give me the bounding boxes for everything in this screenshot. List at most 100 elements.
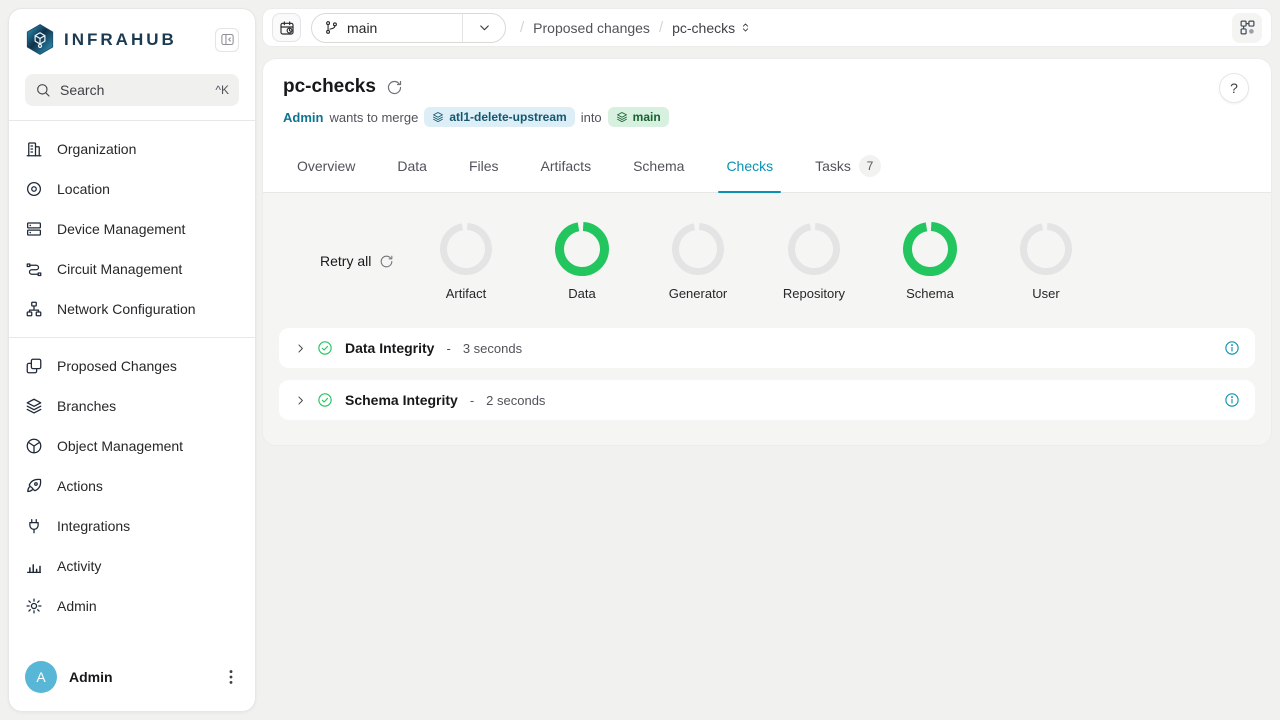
progress-ring-icon <box>902 221 958 277</box>
checks-panel: Retry all Artifact Data Generator Reposi… <box>263 193 1271 445</box>
sidebar-item-branches[interactable]: Branches <box>9 386 255 426</box>
tab-overview[interactable]: Overview <box>283 140 369 192</box>
infrahub-logo-icon <box>25 23 55 56</box>
tab-data[interactable]: Data <box>383 140 441 192</box>
progress-ring-icon <box>554 221 610 277</box>
chevron-down-icon[interactable] <box>463 14 505 42</box>
progress-ring-icon <box>1018 221 1074 277</box>
sidebar-item-label: Integrations <box>57 518 130 534</box>
tab-label: Overview <box>297 158 355 174</box>
target-branch-badge[interactable]: main <box>608 107 669 127</box>
sidebar-item-admin[interactable]: Admin <box>9 586 255 626</box>
kebab-menu-icon[interactable] <box>221 667 241 687</box>
page-title: pc-checks <box>283 76 376 98</box>
panel-collapse-icon[interactable] <box>215 28 239 52</box>
chevrons-up-down-icon <box>739 21 752 34</box>
branch-selector-value[interactable]: main <box>312 14 462 42</box>
source-branch-badge[interactable]: atl1-delete-upstream <box>424 107 574 127</box>
building-icon <box>25 140 43 158</box>
layers-icon <box>432 111 444 123</box>
sidebar-item-label: Device Management <box>57 221 185 237</box>
sidebar-item-label: Circuit Management <box>57 261 182 277</box>
tab-label: Checks <box>726 158 773 174</box>
sidebar-item-circuit-management[interactable]: Circuit Management <box>9 249 255 289</box>
sidebar-item-location[interactable]: Location <box>9 169 255 209</box>
sidebar-item-label: Location <box>57 181 110 197</box>
help-button[interactable]: ? <box>1219 73 1249 103</box>
check-circle-icon <box>317 392 333 408</box>
check-list: Data Integrity - 3 seconds Schema Integr… <box>279 328 1255 420</box>
target-pin-icon <box>25 180 43 198</box>
server-stack-icon <box>25 220 43 238</box>
brand-name: INFRAHUB <box>64 30 206 50</box>
network-tree-icon <box>25 300 43 318</box>
check-row-schema-integrity[interactable]: Schema Integrity - 2 seconds <box>279 380 1255 420</box>
target-branch-name: main <box>633 110 661 124</box>
tab-label: Tasks <box>815 158 851 174</box>
sidebar: INFRAHUB Search ^K Organization Location <box>8 8 256 712</box>
breadcrumb-proposed-changes[interactable]: Proposed changes <box>533 20 650 36</box>
into-text: into <box>581 110 602 125</box>
layers-icon <box>25 397 43 415</box>
breadcrumb-current-label: pc-checks <box>672 20 735 36</box>
check-title: Data Integrity <box>345 340 434 356</box>
chevron-right-icon[interactable] <box>294 394 307 407</box>
ring-label: Artifact <box>446 286 486 301</box>
info-icon[interactable] <box>1224 392 1240 408</box>
check-title: Schema Integrity <box>345 392 458 408</box>
check-ring-schema[interactable]: Schema <box>872 221 988 301</box>
check-duration: 3 seconds <box>463 341 522 356</box>
retry-all-button[interactable]: Retry all <box>320 253 408 269</box>
sidebar-item-proposed-changes[interactable]: Proposed Changes <box>9 346 255 386</box>
source-branch-name: atl1-delete-upstream <box>449 110 566 124</box>
sidebar-item-object-management[interactable]: Object Management <box>9 426 255 466</box>
tab-schema[interactable]: Schema <box>619 140 698 192</box>
refresh-icon <box>379 254 394 269</box>
check-ring-artifact[interactable]: Artifact <box>408 221 524 301</box>
check-summary-row: Retry all Artifact Data Generator Reposi… <box>279 221 1255 301</box>
search-input[interactable]: Search ^K <box>25 74 239 106</box>
sidebar-item-activity[interactable]: Activity <box>9 546 255 586</box>
sidebar-item-label: Proposed Changes <box>57 358 177 374</box>
workflow-graph-icon[interactable] <box>1232 13 1262 43</box>
ring-label: Repository <box>783 286 845 301</box>
check-ring-user[interactable]: User <box>988 221 1104 301</box>
calendar-clock-icon[interactable] <box>272 13 301 42</box>
info-icon[interactable] <box>1224 340 1240 356</box>
tab-checks[interactable]: Checks <box>712 140 787 192</box>
sidebar-item-device-management[interactable]: Device Management <box>9 209 255 249</box>
sidebar-nav-group-1: Organization Location Device Management … <box>9 129 255 329</box>
check-circle-icon <box>317 340 333 356</box>
check-ring-generator[interactable]: Generator <box>640 221 756 301</box>
sidebar-item-label: Activity <box>57 558 101 574</box>
refresh-icon[interactable] <box>386 79 403 96</box>
tab-label: Data <box>397 158 427 174</box>
sidebar-item-integrations[interactable]: Integrations <box>9 506 255 546</box>
author-link[interactable]: Admin <box>283 110 323 125</box>
bar-chart-icon <box>25 557 43 575</box>
breadcrumb: / Proposed changes / pc-checks <box>520 19 752 36</box>
chevron-right-icon[interactable] <box>294 342 307 355</box>
rocket-icon <box>25 477 43 495</box>
check-ring-repository[interactable]: Repository <box>756 221 872 301</box>
ring-label: Schema <box>906 286 954 301</box>
branch-selector[interactable]: main <box>311 13 506 43</box>
route-icon <box>25 260 43 278</box>
user-menu[interactable]: A Admin <box>9 649 255 711</box>
sidebar-item-network-configuration[interactable]: Network Configuration <box>9 289 255 329</box>
check-ring-data[interactable]: Data <box>524 221 640 301</box>
sidebar-item-organization[interactable]: Organization <box>9 129 255 169</box>
retry-all-label: Retry all <box>320 253 371 269</box>
tab-files[interactable]: Files <box>455 140 513 192</box>
tab-label: Schema <box>633 158 684 174</box>
search-shortcut: ^K <box>215 83 229 97</box>
layers-icon <box>616 111 628 123</box>
breadcrumb-separator: / <box>520 19 524 36</box>
tab-tasks[interactable]: Tasks 7 <box>801 140 895 192</box>
ring-label: Generator <box>669 286 728 301</box>
check-row-data-integrity[interactable]: Data Integrity - 3 seconds <box>279 328 1255 368</box>
breadcrumb-current[interactable]: pc-checks <box>672 20 752 36</box>
sidebar-item-actions[interactable]: Actions <box>9 466 255 506</box>
progress-ring-icon <box>670 221 726 277</box>
tab-artifacts[interactable]: Artifacts <box>527 140 606 192</box>
